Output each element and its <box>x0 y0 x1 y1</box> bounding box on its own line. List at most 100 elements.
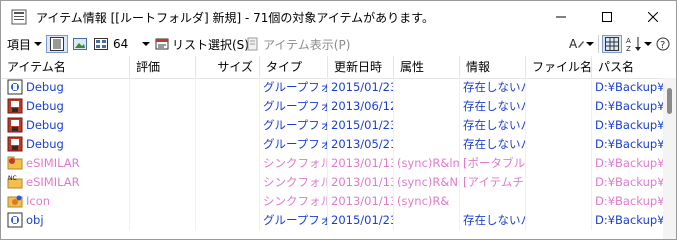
minimize-button[interactable] <box>538 1 584 32</box>
cell-info: 存在しないパ <box>460 135 526 154</box>
dropdown-arrow-icon <box>34 42 43 46</box>
cell-name[interactable]: Debug <box>1 78 130 97</box>
column-header-rating[interactable]: 評価 <box>130 56 196 78</box>
table-row[interactable]: eSIMILAR シンクフォルダ2013/01/13 0(sync)R&lm[ポー… <box>1 154 663 173</box>
table-row[interactable]: obj グループフォルダ2015/01/23 0 存在しないパ D:¥Backup¥ <box>1 211 663 230</box>
item-name: eSIMILAR <box>26 156 80 170</box>
cell-type: グループフォルダ <box>260 211 328 230</box>
cell-path: D:¥Backup¥ <box>595 118 663 132</box>
details-view-icon <box>50 37 64 51</box>
item-info-window: アイテム情報 [[ルートフォルダ] 新規] - 71個の対象アイテムがあります。… <box>0 0 677 240</box>
cell-attributes <box>394 211 460 230</box>
table-row[interactable]: Debug グループフォルダ2013/05/21 0 存在しないパ D:¥Backup… <box>1 135 663 154</box>
table-row[interactable]: Debug グループフォルダ2015/01/23 0 存在しないパ D:¥Backup… <box>1 116 663 135</box>
table-row[interactable]: Debug グループフォルダ2013/06/12 1 存在しないパ D:¥Backup… <box>1 97 663 116</box>
item-name: Debug <box>26 137 64 151</box>
column-header-size[interactable]: サイズ <box>196 56 260 78</box>
column-header-filename[interactable]: ファイル名 <box>526 56 592 78</box>
cell-modified: 2013/06/12 1 <box>328 97 394 116</box>
details-view-button[interactable] <box>46 35 68 53</box>
cell-attributes: (sync)R& <box>394 192 460 211</box>
dropdown-arrow-icon <box>644 42 652 46</box>
cell-info: 存在しないパ <box>460 211 526 230</box>
cell-rating <box>130 211 196 230</box>
cell-name[interactable]: Icon <box>1 192 130 211</box>
cell-size <box>196 135 260 154</box>
cell-rating <box>130 116 196 135</box>
cell-type: グループフォルダ <box>260 78 328 97</box>
cell-path: D:¥Backup¥ <box>595 80 663 94</box>
toolbar-separator <box>598 35 599 53</box>
red-folder-icon <box>7 136 23 152</box>
cell-type: グループフォルダ <box>260 97 328 116</box>
close-button[interactable] <box>630 1 676 32</box>
cell-name[interactable]: Debug <box>1 116 130 135</box>
cell-rating <box>130 173 196 192</box>
scrollbar-thumb[interactable] <box>667 88 672 114</box>
cell-modified: 2013/01/13 0 <box>328 173 394 192</box>
dropdown-arrow-icon <box>142 42 150 46</box>
list-select-label: リスト選択(S) <box>172 37 249 52</box>
cell-size <box>196 211 260 230</box>
column-header-attributes[interactable]: 属性 <box>394 56 460 78</box>
cell-info: 存在しないパ <box>460 116 526 135</box>
picture-icon <box>73 38 87 50</box>
title-bar: アイテム情報 [[ルートフォルダ] 新規] - 71個の対象アイテムがあります。 <box>1 1 676 32</box>
table-row[interactable]: NC eSIMILAR シンクフォルダ2013/01/13 0(sync)R&N[ア… <box>1 173 663 192</box>
cell-name[interactable]: Debug <box>1 135 130 154</box>
item-name: Debug <box>26 80 64 94</box>
vertical-scrollbar[interactable] <box>663 78 676 239</box>
table-row[interactable]: Debug グループフォルダ2015/01/23 0 存在しないパ D:¥Backup… <box>1 78 663 97</box>
svg-text:?: ? <box>660 40 665 51</box>
column-header-info[interactable]: 情報 <box>460 56 526 78</box>
cell-info <box>460 192 526 211</box>
thumbnail-view-button[interactable] <box>73 35 87 53</box>
table-row[interactable]: Icon シンクフォルダ2013/01/13 0(sync)R&D:¥Backup… <box>1 192 663 211</box>
sort-az-icon: A Z <box>626 37 641 52</box>
cell-attributes <box>394 78 460 97</box>
cell-size <box>196 78 260 97</box>
cell-rating <box>130 154 196 173</box>
zoom-dropdown[interactable] <box>142 35 150 53</box>
zoom-control[interactable]: 64 <box>94 35 128 53</box>
list-select-button[interactable]: リスト選択(S) <box>155 35 249 53</box>
help-button[interactable]: ? <box>656 35 670 53</box>
cell-rating <box>130 97 196 116</box>
window-title: アイテム情報 [[ルートフォルダ] 新規] - 71個の対象アイテムがあります。 <box>36 11 434 25</box>
item-display-label: アイテム表示(P) <box>263 37 351 52</box>
cell-size <box>196 192 260 211</box>
cell-name[interactable]: Debug <box>1 97 130 116</box>
cell-info: [ポータブルモー <box>460 154 526 173</box>
group-folder-icon <box>7 212 23 228</box>
column-header-modified[interactable]: 更新日時 <box>328 56 394 78</box>
maximize-button[interactable] <box>584 1 630 32</box>
cell-modified: 2015/01/23 0 <box>328 78 394 97</box>
items-menu-button[interactable]: 項目 <box>7 35 43 53</box>
font-settings-button[interactable]: A <box>568 35 594 53</box>
item-table: アイテム名 評価 サイズ タイプ 更新日時 属性 情報 ファイル名 パス名 De… <box>1 56 663 239</box>
item-name: Debug <box>26 118 64 132</box>
maximize-icon <box>602 11 612 22</box>
svg-text:A: A <box>626 37 631 45</box>
column-header-type[interactable]: タイプ <box>260 56 328 78</box>
sort-button[interactable]: A Z <box>626 35 652 53</box>
cell-rating <box>130 135 196 154</box>
cell-attributes <box>394 116 460 135</box>
column-header-name[interactable]: アイテム名 <box>1 56 130 78</box>
red-folder-icon <box>7 98 23 114</box>
cell-name[interactable]: eSIMILAR <box>1 154 130 173</box>
item-display-button[interactable]: アイテム表示(P) <box>246 35 350 53</box>
cell-name[interactable]: obj <box>1 211 130 230</box>
table-header: アイテム名 評価 サイズ タイプ 更新日時 属性 情報 ファイル名 パス名 <box>1 56 663 79</box>
grid-lines-button[interactable] <box>602 35 622 53</box>
cell-modified: 2015/01/23 0 <box>328 116 394 135</box>
column-header-path[interactable]: パス名 <box>592 56 663 78</box>
svg-text:A: A <box>569 37 578 51</box>
cell-path: D:¥Backup¥ <box>595 175 663 189</box>
cell-name[interactable]: NC eSIMILAR <box>1 173 130 192</box>
cell-size <box>196 173 260 192</box>
cell-size <box>196 97 260 116</box>
nc-sync-folder-icon: NC <box>7 174 23 190</box>
minimize-icon <box>556 16 566 17</box>
cell-info: 存在しないパ <box>460 97 526 116</box>
